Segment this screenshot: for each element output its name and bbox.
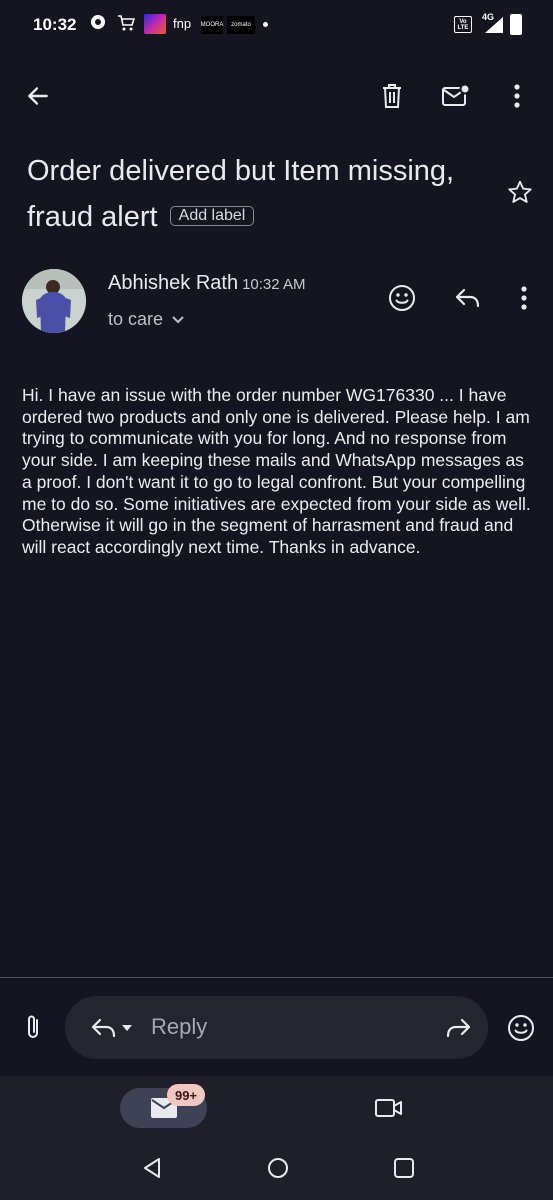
zomato-notification: zomato: [227, 16, 255, 34]
app-notification-icon: [90, 14, 106, 30]
attachment-icon[interactable]: [18, 1010, 48, 1044]
system-back-icon[interactable]: [136, 1152, 168, 1184]
volte-icon: Vo LTE: [454, 16, 472, 33]
add-label-chip[interactable]: Add label: [169, 206, 255, 226]
reply-icon[interactable]: [451, 281, 485, 315]
caret-down-icon: [122, 1025, 132, 1031]
add-reaction-icon[interactable]: [385, 281, 419, 315]
system-home-icon[interactable]: [262, 1152, 294, 1184]
battery-icon: [510, 14, 522, 35]
reply-type-dropdown[interactable]: [82, 1012, 142, 1044]
divider: [0, 977, 553, 978]
unread-count-badge: 99+: [167, 1084, 205, 1106]
star-icon[interactable]: [504, 176, 536, 208]
fnp-notification: fnp: [173, 16, 192, 31]
more-notifications-dot: [263, 22, 268, 27]
reply-placeholder[interactable]: Reply: [151, 1014, 207, 1040]
status-time: 10:32: [33, 15, 77, 34]
reply-type-icon: [91, 1018, 116, 1038]
sender-line: Abhishek Rath 10:32 AM: [108, 272, 305, 295]
recipients-text: to care: [108, 309, 164, 329]
email-body: Hi. I have an issue with the order numbe…: [22, 385, 531, 557]
sender-name[interactable]: Abhishek Rath: [108, 272, 238, 294]
back-arrow-icon[interactable]: [20, 78, 56, 114]
forward-icon[interactable]: [441, 1012, 475, 1044]
sony-liv-icon: [144, 14, 166, 34]
cart-icon: [117, 14, 135, 32]
emoji-icon[interactable]: [504, 1011, 538, 1045]
recipients-toggle[interactable]: to care: [108, 309, 185, 330]
signal-icon: [484, 16, 504, 34]
avatar[interactable]: [22, 269, 86, 333]
mark-unread-icon[interactable]: [438, 78, 474, 114]
chevron-down-icon: [172, 315, 184, 323]
email-subject: Order delivered but Item missing, fraud …: [27, 148, 487, 240]
more-vert-icon[interactable]: [502, 78, 532, 114]
status-bar: 10:32 fnp MOORA zomato Vo LTE 4G: [0, 0, 553, 52]
meet-video-icon[interactable]: [372, 1093, 406, 1123]
delete-icon[interactable]: [374, 78, 410, 114]
system-recents-icon[interactable]: [388, 1152, 420, 1184]
moora-notification: MOORA: [201, 16, 223, 34]
message-more-icon[interactable]: [510, 281, 538, 315]
message-time: 10:32 AM: [242, 276, 306, 293]
